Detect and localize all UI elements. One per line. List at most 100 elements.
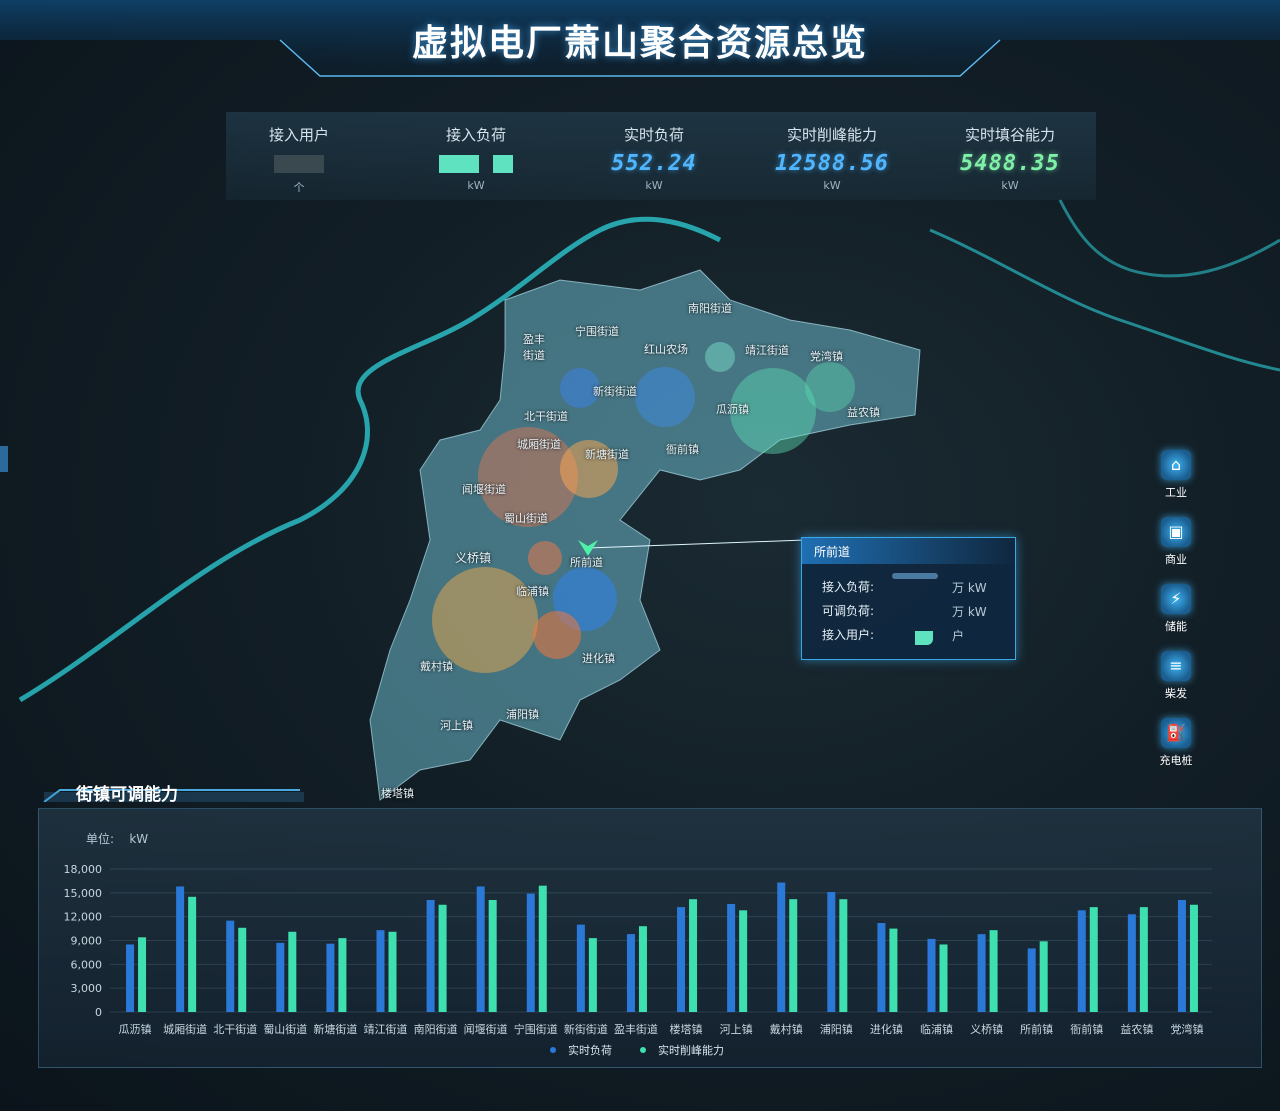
district-label[interactable]: 闻堰街道: [462, 481, 506, 497]
legend-industry[interactable]: ⌂ 工业: [1154, 450, 1198, 500]
district-label[interactable]: 益农镇: [847, 404, 880, 420]
stat-value: [219, 151, 379, 177]
x-tick-label: 新街街道: [564, 1022, 608, 1036]
stat-label: 接入负荷: [445, 126, 506, 144]
shop-icon: ▣: [1161, 517, 1191, 547]
bubble-jinhua[interactable]: [533, 611, 581, 659]
chart-bar: [1139, 907, 1148, 1012]
y-tick-label: 15,000: [64, 887, 103, 900]
legend-charging[interactable]: ⛽ 充电桩: [1154, 718, 1198, 768]
district-label[interactable]: 进化镇: [582, 650, 615, 666]
x-tick-label: 蜀山街道: [263, 1022, 307, 1036]
legend-label: 柴发: [1165, 687, 1187, 700]
stat-label: 接入用户: [268, 126, 329, 144]
district-label[interactable]: 义桥镇: [455, 549, 491, 566]
popup-row-label: 可调负荷:: [822, 604, 875, 618]
y-tick-label: 9,000: [71, 935, 103, 948]
chart-bar: [538, 885, 547, 1012]
district-label[interactable]: 靖江街道: [745, 342, 789, 358]
chart-bar: [1127, 914, 1136, 1012]
stat-value: 12588.56: [775, 151, 889, 176]
chart-bar: [789, 899, 798, 1012]
stat-valley-filling: 实时填谷能力 5488.35 kW: [930, 124, 1090, 192]
stat-value: 552.24: [611, 151, 697, 176]
legend-label: 实时负荷: [568, 1043, 612, 1057]
chart-bar: [426, 899, 435, 1012]
chart-bar: [977, 934, 986, 1012]
chart-bar: [588, 938, 597, 1012]
x-tick-label: 瓜沥镇: [119, 1022, 152, 1036]
chart-bar: [226, 920, 235, 1012]
chart-bar: [1177, 899, 1186, 1012]
district-label[interactable]: 瓜沥镇: [716, 401, 749, 417]
legend-label: 充电桩: [1159, 754, 1193, 767]
stat-unit: kW: [823, 179, 841, 192]
popup-title: 所前道: [814, 545, 851, 559]
x-tick-label: 楼塔镇: [670, 1022, 703, 1036]
district-label[interactable]: 新塘街道: [585, 446, 629, 462]
chart-bar: [677, 907, 686, 1012]
x-tick-label: 靖江街道: [364, 1022, 408, 1036]
y-tick-label: 6,000: [71, 958, 103, 971]
x-tick-label: 闻堰街道: [464, 1022, 508, 1036]
district-label[interactable]: 城厢街道: [517, 436, 561, 452]
district-label[interactable]: 红山农场: [644, 341, 688, 357]
y-tick-label: 3,000: [71, 982, 103, 995]
district-label[interactable]: 北干街道: [524, 408, 568, 424]
chart-bar: [1027, 948, 1036, 1012]
x-tick-label: 进化镇: [870, 1022, 903, 1036]
x-tick-label: 党湾镇: [1170, 1022, 1203, 1036]
x-tick-label: 益农镇: [1120, 1022, 1153, 1036]
redacted-value: [274, 155, 324, 173]
legend-label: 储能: [1165, 620, 1187, 633]
district-label[interactable]: 南阳街道: [688, 300, 732, 316]
district-label[interactable]: 所前道: [570, 554, 603, 570]
chart-bar: [939, 944, 948, 1012]
x-tick-label: 北干街道: [213, 1022, 257, 1036]
district-label[interactable]: 临浦镇: [516, 583, 549, 599]
chart-title: 街镇可调能力: [76, 785, 178, 805]
factory-icon: ⌂: [1161, 450, 1191, 480]
legend-label: 商业: [1165, 553, 1187, 566]
district-label[interactable]: 河上镇: [440, 717, 473, 733]
chart-bar: [338, 938, 347, 1012]
stat-peak-shaving: 实时削峰能力 12588.56 kW: [752, 124, 912, 192]
chart-unit-prefix: 单位:: [86, 832, 115, 846]
chart-bar: [989, 930, 998, 1012]
y-tick-label: 12,000: [64, 911, 103, 924]
chart-bar: [326, 943, 335, 1012]
chart-bar: [376, 930, 385, 1012]
district-label[interactable]: 衙前镇: [666, 441, 699, 457]
bubble-suoqian[interactable]: [528, 541, 562, 575]
legend-commerce[interactable]: ▣ 商业: [1154, 517, 1198, 567]
district-popup: 所前道 接入负荷: 万 kW 可调负荷: 万 kW 接入用户: 户: [801, 537, 1016, 660]
district-label[interactable]: 戴村镇: [420, 658, 453, 674]
stat-label: 实时削峰能力: [786, 126, 877, 144]
bubble-jingjiang[interactable]: [705, 342, 735, 372]
legend-diesel[interactable]: ≡ 柴发: [1154, 651, 1198, 701]
chart-bar: [1189, 904, 1198, 1012]
stat-value: 5488.35: [960, 151, 1060, 176]
district-label[interactable]: 蜀山街道: [504, 510, 548, 526]
district-label[interactable]: 党湾镇: [810, 348, 843, 364]
bubble-hongshan[interactable]: [635, 367, 695, 427]
side-collapse-handle[interactable]: [0, 446, 8, 472]
redacted-value: [438, 155, 479, 173]
district-label[interactable]: 宁围街道: [575, 323, 619, 339]
district-label[interactable]: 浦阳镇: [506, 706, 539, 722]
legend-storage[interactable]: ⚡ 储能: [1154, 584, 1198, 634]
chart-bar: [727, 903, 736, 1012]
chart-bar: [288, 931, 297, 1012]
chart-bar: [877, 923, 886, 1012]
bar-chart: 18,000 15,000 12,000 9,000 6,000 3,000 0 瓜沥镇 城厢街…: [64, 863, 1212, 1057]
chart-bar: [576, 924, 585, 1012]
chart-bar: [689, 899, 698, 1012]
legend-label: 实时削峰能力: [658, 1043, 724, 1057]
stat-unit: kW: [467, 179, 485, 192]
chart-bar: [238, 927, 247, 1012]
redacted-value: [892, 573, 938, 579]
district-label[interactable]: 新街街道: [593, 383, 637, 399]
stat-label: 实时填谷能力: [964, 126, 1055, 144]
redacted-value: [493, 155, 514, 173]
district-label[interactable]: 盈丰街道: [520, 331, 548, 363]
